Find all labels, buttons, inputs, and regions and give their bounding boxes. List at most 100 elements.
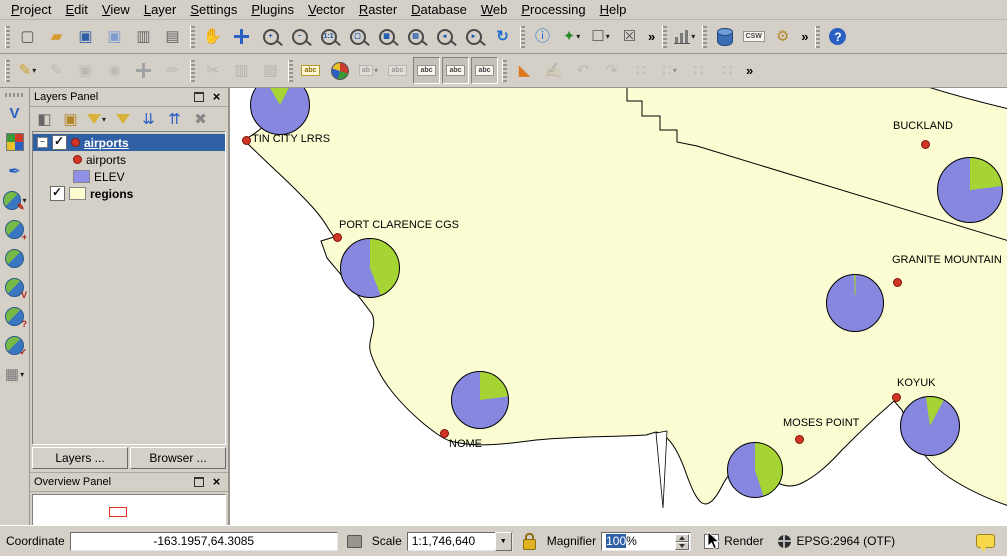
toolbar-grip[interactable] xyxy=(5,26,10,48)
add-spatialite-layer-button[interactable]: ✒ xyxy=(2,158,28,184)
layers-panel-float-button[interactable] xyxy=(191,90,206,104)
menu-web[interactable]: Web xyxy=(474,0,515,19)
menu-view[interactable]: View xyxy=(95,0,137,19)
dropdown-arrow-icon[interactable]: ▾ xyxy=(673,66,677,75)
toolbar-overflow-button[interactable]: » xyxy=(797,29,812,44)
menu-project[interactable]: Project xyxy=(4,0,58,19)
zoom-next-button[interactable]: ▸ xyxy=(460,23,487,50)
layers-panel-close-button[interactable] xyxy=(209,90,224,104)
zoom-last-button[interactable]: ◂ xyxy=(431,23,458,50)
scale-combobox[interactable]: 1:1,746,640 xyxy=(407,532,513,551)
map-canvas[interactable]: TIN CITY LRRSBUCKLANDPORT CLARENCE CGSGR… xyxy=(230,88,1007,525)
add-group-button[interactable]: ▣ xyxy=(59,108,82,131)
crs-globe-icon[interactable] xyxy=(778,535,791,548)
toolbar-grip[interactable] xyxy=(702,26,707,48)
run-feature-action-button[interactable]: ✦▾ xyxy=(558,23,585,50)
dropdown-arrow-icon[interactable]: ▾ xyxy=(606,32,610,41)
layer-visibility-checkbox[interactable] xyxy=(50,186,65,201)
add-wfs-layer-button[interactable]: ✓ xyxy=(2,332,28,358)
cut-features-button[interactable]: ✂ xyxy=(199,57,226,84)
label-config-button[interactable]: abc xyxy=(384,57,411,84)
toolbar-overflow-button[interactable]: » xyxy=(644,29,659,44)
overview-panel-close-button[interactable] xyxy=(209,475,224,489)
dropdown-arrow-icon[interactable]: ▾ xyxy=(20,370,24,379)
new-composer-button[interactable]: ▥ xyxy=(130,23,157,50)
toolbar-grip[interactable] xyxy=(662,26,667,48)
open-layer-styling-button[interactable]: ◧ xyxy=(33,108,56,131)
render-checkbox[interactable] xyxy=(704,534,719,549)
zoom-full-button[interactable]: ▢ xyxy=(344,23,371,50)
zoom-in-button[interactable]: + xyxy=(257,23,284,50)
layer-row-airports[interactable]: airports xyxy=(33,151,225,168)
refresh-map-button[interactable]: ↻ xyxy=(489,23,516,50)
menu-processing[interactable]: Processing xyxy=(514,0,592,19)
add-mssql-layer-button[interactable] xyxy=(2,245,28,271)
menu-vector[interactable]: Vector xyxy=(301,0,352,19)
add-feature-button[interactable]: ◉ xyxy=(101,57,128,84)
tab-browser[interactable]: Browser ... xyxy=(130,447,226,469)
csw-search-button[interactable]: CSW xyxy=(740,23,767,50)
menu-database[interactable]: Database xyxy=(404,0,474,19)
menu-settings[interactable]: Settings xyxy=(183,0,244,19)
composer-manager-button[interactable]: ▤ xyxy=(159,23,186,50)
add-delimited-text-layer-button[interactable]: ▦▾ xyxy=(2,361,28,387)
menu-help[interactable]: Help xyxy=(593,0,634,19)
pan-map-button[interactable] xyxy=(228,23,255,50)
collapse-all-button[interactable]: ⇈ xyxy=(163,108,186,131)
touch-zoom-button[interactable]: ✋ xyxy=(199,23,226,50)
plugin-tool-2-button[interactable]: ∷▾ xyxy=(656,57,683,84)
crs-status[interactable]: EPSG:2964 (OTF) xyxy=(796,534,895,548)
text-annotation-button[interactable]: ✍ xyxy=(540,57,567,84)
spin-up-icon[interactable] xyxy=(675,534,689,542)
zoom-native-button[interactable]: 1:1 xyxy=(315,23,342,50)
lock-scale-button[interactable] xyxy=(519,530,541,552)
filter-legend-button[interactable]: ▾ xyxy=(85,108,108,131)
new-project-button[interactable]: ▢ xyxy=(14,23,41,50)
zoom-out-button[interactable]: − xyxy=(286,23,313,50)
redo-button[interactable]: ↷ xyxy=(598,57,625,84)
spin-down-icon[interactable] xyxy=(675,542,689,550)
menu-layer[interactable]: Layer xyxy=(137,0,184,19)
remove-layer-button[interactable]: ✖ xyxy=(189,108,212,131)
identify-features-button[interactable]: ⓘ xyxy=(529,23,556,50)
select-features-button[interactable]: ☐▾ xyxy=(587,23,614,50)
layer-row-elev[interactable]: ELEV xyxy=(33,168,225,185)
toolbar-grip[interactable] xyxy=(190,26,195,48)
overview-panel-float-button[interactable] xyxy=(191,475,206,489)
filter-by-expression-button[interactable] xyxy=(111,108,134,131)
add-postgis-layer-button[interactable]: + xyxy=(2,216,28,242)
save-layer-edits-button[interactable]: ▣ xyxy=(72,57,99,84)
toolbar-overflow-button[interactable]: » xyxy=(742,63,757,78)
deselect-features-button[interactable]: ☒ xyxy=(616,23,643,50)
diagram-overlay-button[interactable]: ◣ xyxy=(511,57,538,84)
new-shapefile-layer-button[interactable]: ✎▾ xyxy=(2,187,28,213)
messages-icon[interactable] xyxy=(976,534,995,548)
save-project-as-button[interactable]: ▣ xyxy=(101,23,128,50)
menu-plugins[interactable]: Plugins xyxy=(244,0,301,19)
open-project-button[interactable]: ▰ xyxy=(43,23,70,50)
layer-labeling-button[interactable]: abc xyxy=(297,57,324,84)
show-statistics-button[interactable]: ▾ xyxy=(671,23,698,50)
current-edits-button[interactable]: ✎▾ xyxy=(14,57,41,84)
toolbar-grip[interactable] xyxy=(815,26,820,48)
pin-labels-button[interactable]: abc xyxy=(413,57,440,84)
magnifier-spinbox[interactable]: 100 % xyxy=(601,532,691,551)
toolbar-grip[interactable] xyxy=(520,26,525,48)
plugin-tool-1-button[interactable]: ∷ xyxy=(627,57,654,84)
layer-visibility-checkbox[interactable] xyxy=(52,135,67,150)
plugin-tool-4-button[interactable]: ∷ xyxy=(714,57,741,84)
toolbar-grip[interactable] xyxy=(288,60,293,82)
save-project-button[interactable]: ▣ xyxy=(72,23,99,50)
toggle-editing-button[interactable]: ✎ xyxy=(43,57,70,84)
tab-layers[interactable]: Layers ... xyxy=(32,447,128,469)
label-options-button[interactable]: ab▾ xyxy=(355,57,382,84)
toolbar-grip[interactable] xyxy=(5,93,25,97)
move-feature-button[interactable] xyxy=(130,57,157,84)
dropdown-arrow-icon[interactable]: ▾ xyxy=(691,32,695,41)
add-vector-layer-button[interactable]: V xyxy=(2,100,28,126)
coordinate-input[interactable] xyxy=(70,532,338,551)
toolbar-grip[interactable] xyxy=(502,60,507,82)
scale-dropdown-icon[interactable] xyxy=(495,532,512,551)
copy-features-button[interactable]: ▥ xyxy=(228,57,255,84)
move-label-button[interactable]: abc xyxy=(471,57,498,84)
